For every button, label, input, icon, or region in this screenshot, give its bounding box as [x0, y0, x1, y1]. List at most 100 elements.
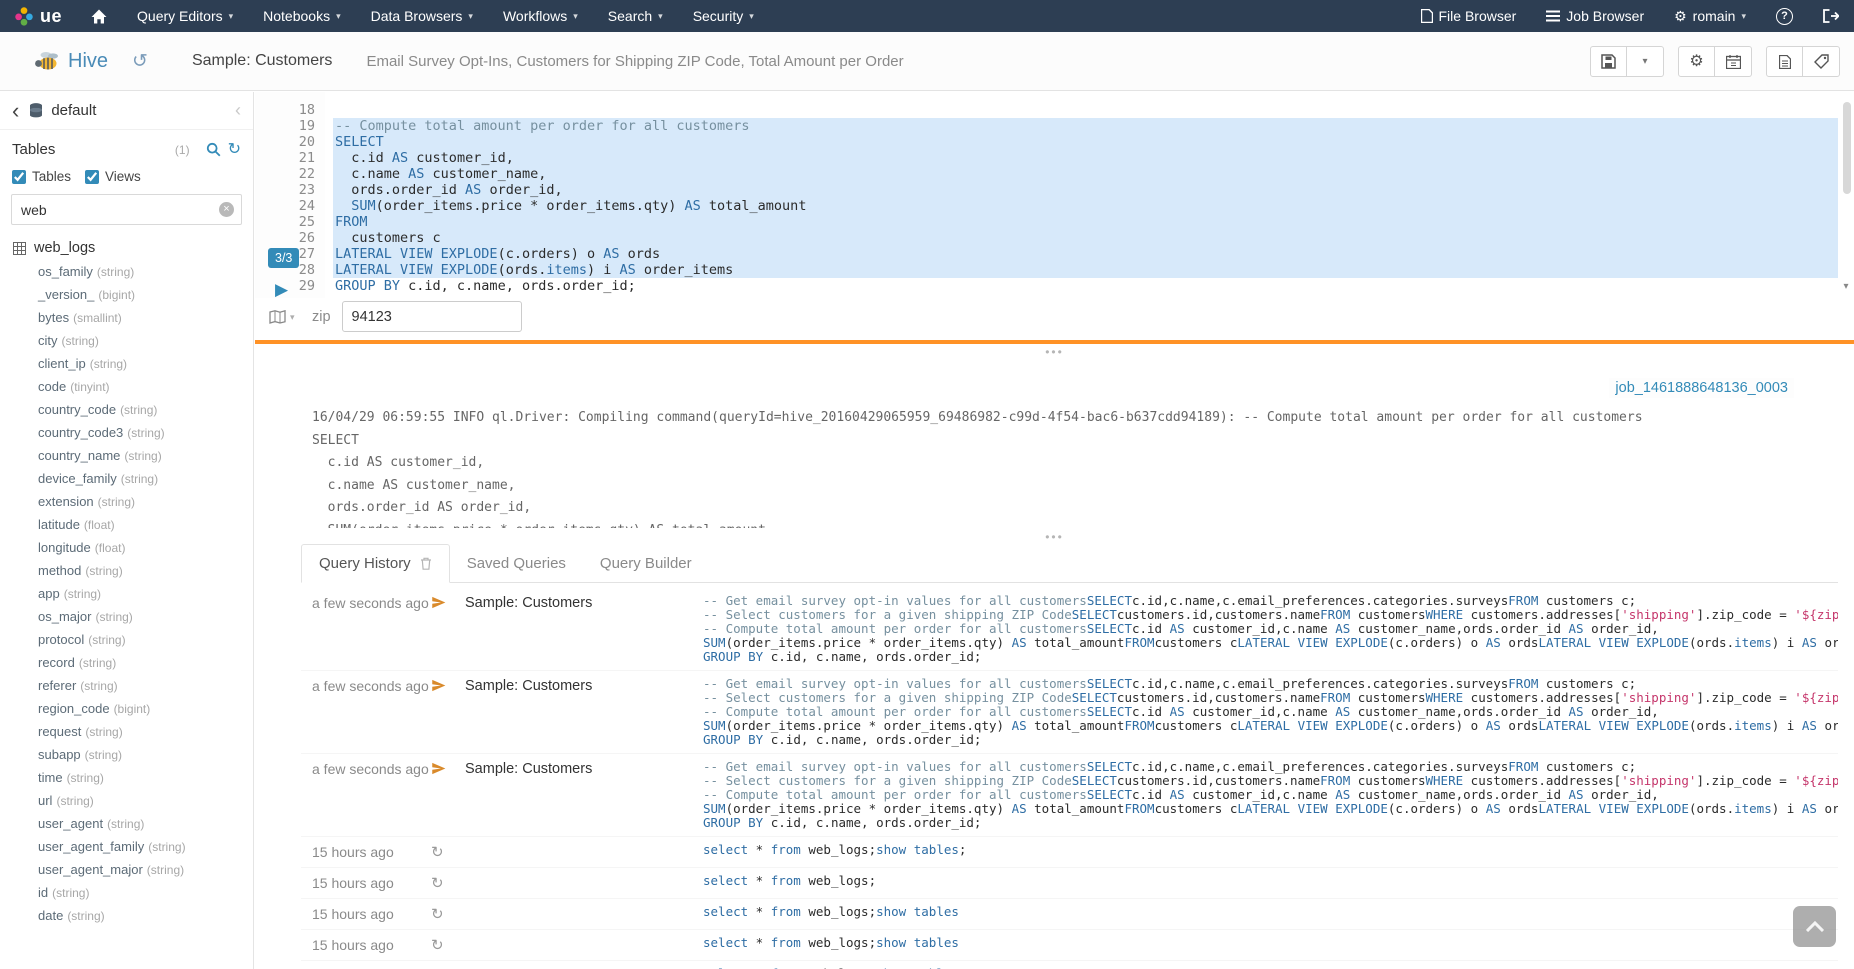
table-name: web_logs [34, 240, 95, 256]
schedule-button[interactable] [1715, 46, 1752, 77]
user-name: romain [1693, 8, 1736, 24]
column-item[interactable]: bytes(smallint) [0, 306, 253, 329]
assist-filters: Tables Views [0, 162, 253, 188]
column-item[interactable]: _version_(bigint) [0, 283, 253, 306]
column-item[interactable]: latitude(float) [0, 513, 253, 536]
settings-button[interactable]: ⚙ [1678, 46, 1715, 77]
column-item[interactable]: os_major(string) [0, 605, 253, 628]
column-item[interactable]: subapp(string) [0, 743, 253, 766]
sql-editor[interactable]: 181920212223242526272829 -- Compute tota… [255, 92, 1854, 298]
history-row[interactable]: 15 hours ago↻select * from web_logs; [301, 868, 1838, 899]
menu-search[interactable]: Search▾ [593, 0, 678, 32]
job-link[interactable]: job_1461888648136_0003 [1609, 378, 1794, 398]
paper-plane-icon [431, 594, 465, 610]
menu-label: Workflows [503, 8, 567, 24]
tab-saved-queries[interactable]: Saved Queries [450, 544, 583, 582]
history-row[interactable]: 15 hours ago↻select * from web_logs;show… [301, 899, 1838, 930]
history-row[interactable]: 15 hours ago↻select * from web_logs;show… [301, 961, 1838, 969]
tables-checkbox[interactable] [12, 170, 26, 184]
column-item[interactable]: protocol(string) [0, 628, 253, 651]
column-item[interactable]: city(string) [0, 329, 253, 352]
menu-workflows[interactable]: Workflows▾ [488, 0, 593, 32]
column-item[interactable]: date(string) [0, 904, 253, 927]
column-item[interactable]: longitude(float) [0, 536, 253, 559]
execute-button[interactable]: ▶ [275, 280, 288, 300]
clear-search-icon[interactable]: × [219, 202, 234, 217]
scrollbar-thumb[interactable] [1843, 102, 1851, 194]
table-item[interactable]: web_logs [0, 235, 253, 260]
user-menu[interactable]: ⚙ romain ▾ [1659, 0, 1761, 32]
hue-logo[interactable]: ue [0, 0, 76, 32]
code-line: c.name AS customer_name, [333, 166, 1838, 182]
column-item[interactable]: id(string) [0, 881, 253, 904]
column-item[interactable]: country_code3(string) [0, 421, 253, 444]
back-arrow-icon[interactable]: ‹ [12, 100, 19, 122]
tab-query-history[interactable]: Query History [301, 544, 450, 583]
column-item[interactable]: referer(string) [0, 674, 253, 697]
column-item[interactable]: url(string) [0, 789, 253, 812]
statement-counter-badge[interactable]: 3/3 [268, 248, 299, 268]
resize-handle-bottom[interactable]: ••• [255, 532, 1854, 544]
column-item[interactable]: device_family(string) [0, 467, 253, 490]
menu-notebooks[interactable]: Notebooks▾ [248, 0, 355, 32]
history-row[interactable]: 15 hours ago↻select * from web_logs;show… [301, 837, 1838, 868]
history-sql-line: GROUP BY c.id, c.name, ords.order_id; [703, 733, 1838, 747]
database-icon [29, 103, 43, 118]
job-browser-link[interactable]: Job Browser [1531, 0, 1659, 32]
column-item[interactable]: country_name(string) [0, 444, 253, 467]
tag-icon [1814, 54, 1829, 69]
tags-button[interactable] [1803, 46, 1840, 77]
menu-label: Notebooks [263, 8, 330, 24]
history-row[interactable]: a few seconds agoSample: Customers-- Get… [301, 754, 1838, 837]
help-button[interactable]: ? [1761, 0, 1808, 32]
resize-handle-top[interactable]: ••• [255, 347, 1854, 359]
column-item[interactable]: record(string) [0, 651, 253, 674]
collapse-panel-icon[interactable]: ‹ [235, 100, 241, 121]
column-item[interactable]: user_agent_major(string) [0, 858, 253, 881]
views-checkbox[interactable] [85, 170, 99, 184]
column-item[interactable]: app(string) [0, 582, 253, 605]
trash-icon[interactable] [420, 557, 432, 570]
column-item[interactable]: time(string) [0, 766, 253, 789]
home-button[interactable] [76, 0, 122, 32]
history-row[interactable]: a few seconds agoSample: Customers-- Get… [301, 588, 1838, 671]
column-item[interactable]: user_agent(string) [0, 812, 253, 835]
scroll-down-icon[interactable]: ▾ [1840, 281, 1852, 292]
column-item[interactable]: country_code(string) [0, 398, 253, 421]
column-item[interactable]: os_family(string) [0, 260, 253, 283]
column-item[interactable]: region_code(bigint) [0, 697, 253, 720]
database-name[interactable]: default [51, 102, 96, 119]
save-button[interactable] [1590, 46, 1627, 77]
history-row[interactable]: 15 hours ago↻select * from web_logs;show… [301, 930, 1838, 961]
tab-query-builder[interactable]: Query Builder [583, 544, 709, 582]
column-item[interactable]: request(string) [0, 720, 253, 743]
history-sql-line: -- Compute total amount per order for al… [703, 622, 1838, 636]
history-sql-line: select * from web_logs; [703, 874, 1838, 888]
logout-button[interactable] [1808, 0, 1854, 32]
table-filter-input[interactable] [11, 194, 242, 225]
file-browser-link[interactable]: File Browser [1406, 0, 1532, 32]
column-item[interactable]: user_agent_family(string) [0, 835, 253, 858]
menu-security[interactable]: Security▾ [678, 0, 769, 32]
scroll-to-top-button[interactable] [1793, 906, 1836, 947]
menu-data-browsers[interactable]: Data Browsers▾ [356, 0, 488, 32]
search-icon[interactable] [206, 142, 221, 157]
editor-code[interactable]: -- Compute total amount per order for al… [333, 92, 1838, 298]
column-item[interactable]: client_ip(string) [0, 352, 253, 375]
column-item[interactable]: extension(string) [0, 490, 253, 513]
variable-input[interactable] [342, 301, 522, 332]
hive-app-link[interactable]: Hive [34, 50, 108, 73]
code-line: -- Compute total amount per order for al… [333, 118, 1838, 134]
history-sql-line: -- Get email survey opt-in values for al… [703, 677, 1838, 691]
history-row[interactable]: a few seconds agoSample: Customers-- Get… [301, 671, 1838, 754]
editor-action-rail: 3/3 ▶ ▾ [268, 92, 314, 342]
editor-scrollbar[interactable]: ▾ [1841, 100, 1851, 292]
browse-assist-button[interactable]: ▾ [269, 310, 295, 324]
save-dropdown-button[interactable]: ▾ [1627, 46, 1664, 77]
column-item[interactable]: method(string) [0, 559, 253, 582]
query-history-icon[interactable]: ↺ [132, 50, 148, 73]
column-item[interactable]: code(tinyint) [0, 375, 253, 398]
menu-query-editors[interactable]: Query Editors▾ [122, 0, 248, 32]
refresh-icon[interactable]: ↻ [228, 142, 241, 158]
new-document-button[interactable] [1766, 46, 1803, 77]
